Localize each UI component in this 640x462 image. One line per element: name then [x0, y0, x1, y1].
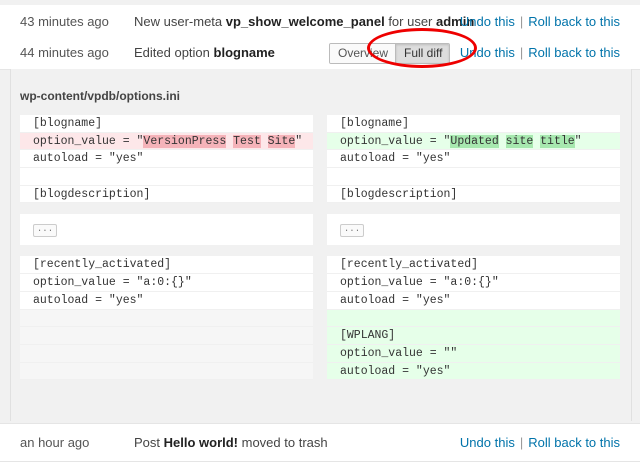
expand-lines-button[interactable]: ...	[340, 224, 364, 238]
overview-toggle-button[interactable]: Overview	[330, 44, 396, 63]
diff-line: [recently_activated]	[20, 256, 313, 275]
diff-line: autoload = "yes"	[20, 291, 313, 310]
diff-line-removed: option_value = "VersionPress Test Site"	[20, 132, 313, 151]
action-separator: |	[519, 435, 524, 450]
message-option-name: blogname	[213, 45, 275, 60]
message-meta-key: vp_show_welcome_panel	[225, 14, 385, 29]
diff-line: option_value = "a:0:{}"	[20, 274, 313, 292]
message-post-title: Hello world!	[163, 435, 239, 450]
diff-line: [blogdescription]	[20, 185, 313, 204]
diff-gap	[20, 203, 313, 214]
history-row: an hour ago Post Hello world! moved to t…	[0, 423, 640, 462]
row-actions: Undo this | Roll back to this	[460, 435, 620, 450]
diff-line: [blogname]	[20, 115, 313, 133]
message-text: Post	[134, 435, 164, 450]
rollback-link[interactable]: Roll back to this	[528, 45, 620, 60]
diff-line: autoload = "yes"	[20, 150, 313, 169]
row-time: 43 minutes ago	[20, 14, 109, 29]
history-row: 43 minutes ago New user-meta vp_show_wel…	[0, 5, 640, 39]
message-text: for user	[384, 14, 436, 29]
row-message: New user-meta vp_show_welcome_panel for …	[134, 14, 474, 29]
row-actions: Undo this | Roll back to this	[460, 14, 620, 29]
row-actions: Undo this | Roll back to this	[460, 45, 620, 60]
diff-line: [blogdescription]	[327, 185, 620, 204]
diff-line: autoload = "yes"	[327, 150, 620, 169]
diff-line	[327, 168, 620, 186]
action-separator: |	[519, 14, 524, 29]
changed-word: site	[505, 134, 534, 148]
diff-gap	[20, 245, 313, 256]
changed-word: Site	[267, 134, 296, 148]
diff-line	[20, 168, 313, 186]
diff-line: option_value = "a:0:{}"	[327, 274, 620, 292]
diff-line-added: option_value = "Updated site title"	[327, 132, 620, 151]
diff-line: autoload = "yes"	[327, 291, 620, 310]
undo-link[interactable]: Undo this	[460, 45, 515, 60]
diff-line: [blogname]	[327, 115, 620, 133]
row-time: 44 minutes ago	[20, 45, 109, 60]
diff-line: [recently_activated]	[327, 256, 620, 275]
diff-gap	[327, 203, 620, 214]
diff-line-empty	[20, 327, 313, 345]
diff-line-added: option_value = ""	[327, 344, 620, 363]
action-separator: |	[519, 45, 524, 60]
row-message: Post Hello world! moved to trash	[134, 435, 328, 450]
full-diff-toggle-button[interactable]: Full diff	[395, 44, 450, 63]
message-text: Edited option	[134, 45, 214, 60]
diff-file-path: wp-content/vpdb/options.ini	[20, 89, 180, 103]
diff-line-added: [WPLANG]	[327, 327, 620, 345]
changed-word: Updated	[450, 134, 499, 148]
diff-left-pane: [blogname] option_value = "VersionPress T…	[20, 115, 313, 381]
message-text: moved to trash	[238, 435, 328, 450]
row-message: Edited option blogname	[134, 45, 275, 60]
diff-line-added: autoload = "yes"	[327, 362, 620, 381]
diff-line-empty	[20, 344, 313, 363]
row-time: an hour ago	[20, 435, 90, 450]
diff-line-added	[327, 309, 620, 328]
message-text: New user-meta	[134, 14, 226, 29]
changed-word: Test	[233, 134, 261, 148]
collapsed-lines: ...	[20, 214, 313, 246]
collapsed-lines: ...	[327, 214, 620, 246]
undo-link[interactable]: Undo this	[460, 435, 515, 450]
changed-word: VersionPress	[143, 134, 227, 148]
changed-word: title	[540, 134, 575, 148]
diff-right-pane: [blogname] option_value = "Updated site t…	[327, 115, 620, 381]
history-row-expanded: 44 minutes ago Edited option blogname Ov…	[0, 36, 640, 70]
rollback-link[interactable]: Roll back to this	[528, 14, 620, 29]
expand-lines-button[interactable]: ...	[33, 224, 57, 238]
diff-gap	[327, 245, 620, 256]
diff-line-empty	[20, 309, 313, 328]
undo-link[interactable]: Undo this	[460, 14, 515, 29]
rollback-link[interactable]: Roll back to this	[528, 435, 620, 450]
diff-view-toggle: Overview Full diff	[329, 43, 451, 64]
diff-line-empty	[20, 362, 313, 381]
